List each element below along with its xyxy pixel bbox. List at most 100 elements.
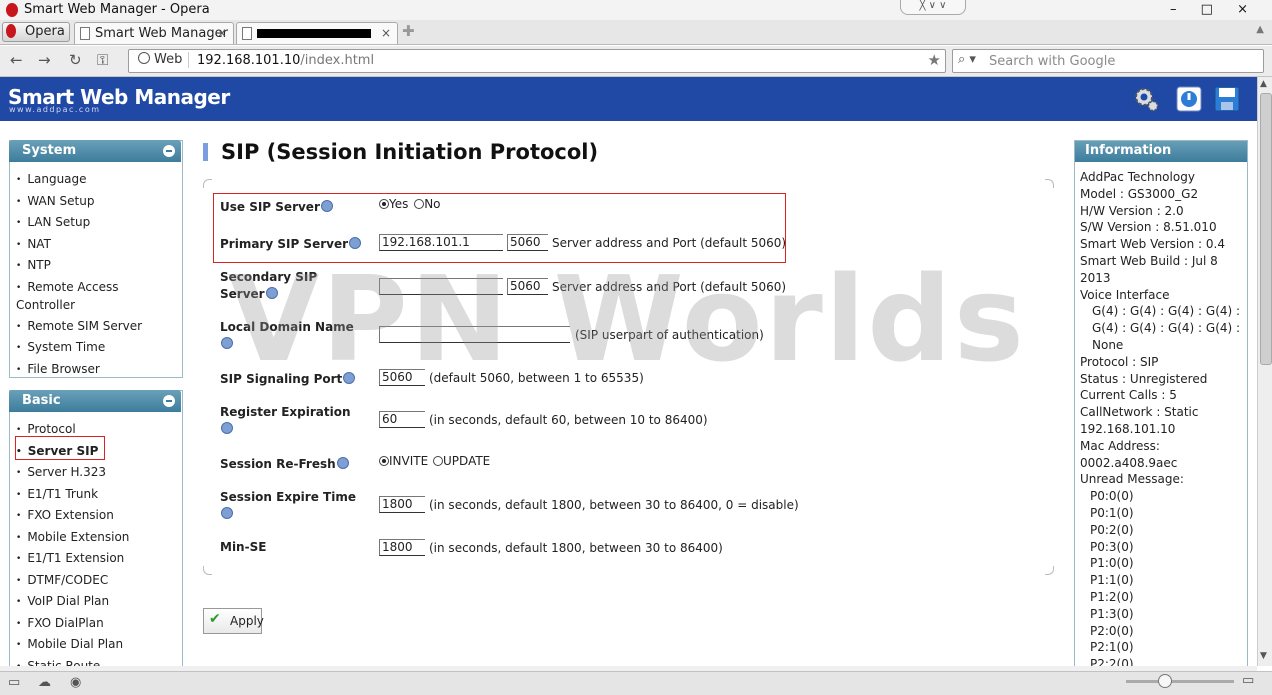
reload-icon[interactable]: ↻ bbox=[69, 51, 82, 69]
panel-toggle-icon[interactable]: ▭ bbox=[8, 675, 20, 690]
sidebar-item-nat[interactable]: NAT bbox=[16, 234, 176, 256]
sidebar-item-language[interactable]: Language bbox=[16, 169, 176, 191]
search-box[interactable]: ⌕ ▾ Search with Google bbox=[952, 49, 1264, 73]
forward-icon[interactable]: → bbox=[38, 51, 51, 69]
new-tab-icon[interactable]: ✚ bbox=[402, 22, 415, 40]
sidebar-item-remote-sim-server[interactable]: Remote SIM Server bbox=[16, 316, 176, 338]
gear-icon[interactable] bbox=[1133, 86, 1159, 112]
sidebar-item-e1t1-extension[interactable]: E1/T1 Extension bbox=[16, 548, 129, 570]
radio-no[interactable] bbox=[414, 199, 425, 209]
tab-bar: Opera Smart Web Manager × × ✚ ▲ bbox=[0, 20, 1272, 45]
system-panel: System Language WAN Setup LAN Setup NAT … bbox=[9, 140, 183, 378]
collapse-icon[interactable] bbox=[163, 145, 175, 157]
radio-yes[interactable] bbox=[379, 199, 389, 209]
page-title-text: SIP (Session Initiation Protocol) bbox=[221, 140, 599, 164]
help-icon[interactable] bbox=[349, 237, 362, 249]
close-tab-icon[interactable]: × bbox=[217, 26, 227, 40]
status-bar: ▭ ☁ ◉ ▭ bbox=[0, 671, 1272, 695]
help-icon[interactable] bbox=[343, 372, 356, 384]
system-panel-header[interactable]: System bbox=[9, 140, 181, 162]
help-icon[interactable] bbox=[265, 287, 278, 299]
sidebar-item-dtmf-codec[interactable]: DTMF/CODEC bbox=[16, 570, 129, 592]
page-icon bbox=[242, 27, 252, 40]
information-list: AddPac Technology Model : GS3000_G2 H/W Ve… bbox=[1080, 169, 1245, 669]
register-expiration-label: Register Expiration bbox=[220, 404, 370, 438]
sidebar-item-lan-setup[interactable]: LAN Setup bbox=[16, 212, 176, 234]
radio-update[interactable] bbox=[433, 456, 444, 466]
primary-sip-port-input[interactable]: 5060 bbox=[507, 234, 548, 251]
secondary-sip-address-input[interactable] bbox=[379, 278, 503, 295]
web-site-info[interactable]: Web bbox=[132, 52, 190, 68]
info-line: Current Calls : 5 bbox=[1080, 388, 1177, 403]
info-line: P0:3(0) bbox=[1090, 539, 1134, 554]
primary-sip-address-input[interactable]: 192.168.101.1 bbox=[379, 234, 503, 251]
collapse-icon[interactable] bbox=[163, 395, 175, 407]
key-icon[interactable]: ⚿ bbox=[97, 51, 108, 69]
sidebar-item-fxo-dialplan[interactable]: FXO DialPlan bbox=[16, 613, 129, 635]
info-line: CallNetwork : Static 192.168.101.10 bbox=[1080, 405, 1199, 436]
session-expire-time-input[interactable]: 1800 bbox=[379, 496, 425, 513]
radio-invite[interactable] bbox=[379, 456, 389, 466]
register-expiration-input[interactable]: 60 bbox=[379, 411, 425, 428]
form-corner bbox=[1045, 179, 1054, 188]
sidebar-item-voip-dial-plan[interactable]: VoIP Dial Plan bbox=[16, 591, 129, 613]
tab-smart-web-manager[interactable]: Smart Web Manager × bbox=[74, 22, 234, 44]
basic-panel-header[interactable]: Basic bbox=[9, 390, 181, 412]
sidebar-item-file-browser[interactable]: File Browser bbox=[16, 359, 176, 381]
info-line: Model : GS3000_G2 bbox=[1080, 186, 1199, 201]
apply-button[interactable]: ✔ Apply bbox=[203, 608, 264, 634]
search-icon[interactable]: ⌕ ▾ bbox=[958, 52, 976, 67]
session-refresh-radios: INVITE UPDATE bbox=[379, 454, 490, 468]
window-titlebar: Smart Web Manager - Opera ╳ ∨ ∨ – □ × bbox=[0, 0, 1272, 21]
sidebar-item-wan-setup[interactable]: WAN Setup bbox=[16, 191, 176, 213]
power-icon[interactable] bbox=[1176, 86, 1202, 112]
local-domain-name-input[interactable] bbox=[379, 326, 570, 343]
secondary-sip-port-input[interactable]: 5060 bbox=[507, 278, 548, 295]
address-bar[interactable]: Web 192.168.101.10/index.html ★ bbox=[128, 49, 946, 73]
min-se-input[interactable]: 1800 bbox=[379, 539, 425, 556]
radio-no-label: No bbox=[424, 197, 441, 211]
local-domain-name-label-text: Local Domain Name bbox=[220, 320, 354, 334]
sidebar-item-e1t1-trunk[interactable]: E1/T1 Trunk bbox=[16, 484, 129, 506]
scrollbar-thumb[interactable] bbox=[1260, 93, 1272, 365]
tab-list-icon[interactable]: ▲ bbox=[1256, 24, 1264, 35]
sidebar-item-ntp[interactable]: NTP bbox=[16, 255, 176, 277]
close-tab-icon[interactable]: × bbox=[381, 26, 391, 40]
sidebar-item-remote-access-controller[interactable]: Remote Access Controller bbox=[16, 279, 176, 314]
info-line: S/W Version : 8.51.010 bbox=[1080, 220, 1217, 235]
tab-grip[interactable]: ╳ ∨ ∨ bbox=[900, 0, 966, 15]
check-icon: ✔ bbox=[209, 611, 221, 627]
app-logo-subtitle: www.addpac.com bbox=[9, 105, 101, 114]
help-icon[interactable] bbox=[320, 200, 333, 212]
bookmark-star-icon[interactable]: ★ bbox=[928, 51, 941, 69]
help-icon[interactable] bbox=[221, 507, 233, 519]
system-menu: Language WAN Setup LAN Setup NAT NTP Rem… bbox=[16, 169, 176, 380]
info-line: P2:0(0) bbox=[1090, 623, 1134, 638]
opera-menu-button[interactable]: Opera bbox=[2, 22, 70, 42]
window-controls[interactable]: – □ × bbox=[1170, 2, 1258, 17]
help-icon[interactable] bbox=[221, 337, 233, 349]
speed-dial-icon[interactable]: ◉ bbox=[70, 675, 81, 690]
sip-signaling-port-input[interactable]: 5060 bbox=[379, 369, 425, 386]
sidebar-item-system-time[interactable]: System Time bbox=[16, 337, 176, 359]
sidebar-item-fxo-extension[interactable]: FXO Extension bbox=[16, 505, 129, 527]
back-icon[interactable]: ← bbox=[10, 51, 23, 69]
scroll-up-icon[interactable]: ▲ bbox=[1260, 79, 1267, 89]
sidebar-item-mobile-extension[interactable]: Mobile Extension bbox=[16, 527, 129, 549]
help-icon[interactable] bbox=[221, 422, 233, 434]
vertical-scrollbar[interactable]: ▲ ▼ bbox=[1257, 77, 1272, 666]
scroll-down-icon[interactable]: ▼ bbox=[1260, 651, 1267, 661]
help-icon[interactable] bbox=[336, 457, 349, 469]
tab-redacted[interactable]: × bbox=[236, 22, 398, 44]
save-icon[interactable] bbox=[1214, 86, 1240, 112]
cloud-icon[interactable]: ☁ bbox=[38, 675, 51, 690]
info-line: Voice Interface bbox=[1080, 287, 1170, 302]
zoom-slider-track[interactable] bbox=[1126, 680, 1234, 683]
sidebar-item-server-h323[interactable]: Server H.323 bbox=[16, 462, 129, 484]
sidebar-item-mobile-dial-plan[interactable]: Mobile Dial Plan bbox=[16, 634, 129, 656]
zoom-slider-knob[interactable] bbox=[1158, 674, 1172, 688]
info-line: P1:1(0) bbox=[1090, 573, 1134, 588]
globe-icon bbox=[138, 52, 150, 64]
zoom-100-icon[interactable]: ▭ bbox=[1242, 673, 1254, 688]
url-text[interactable]: 192.168.101.10/index.html bbox=[197, 53, 374, 68]
